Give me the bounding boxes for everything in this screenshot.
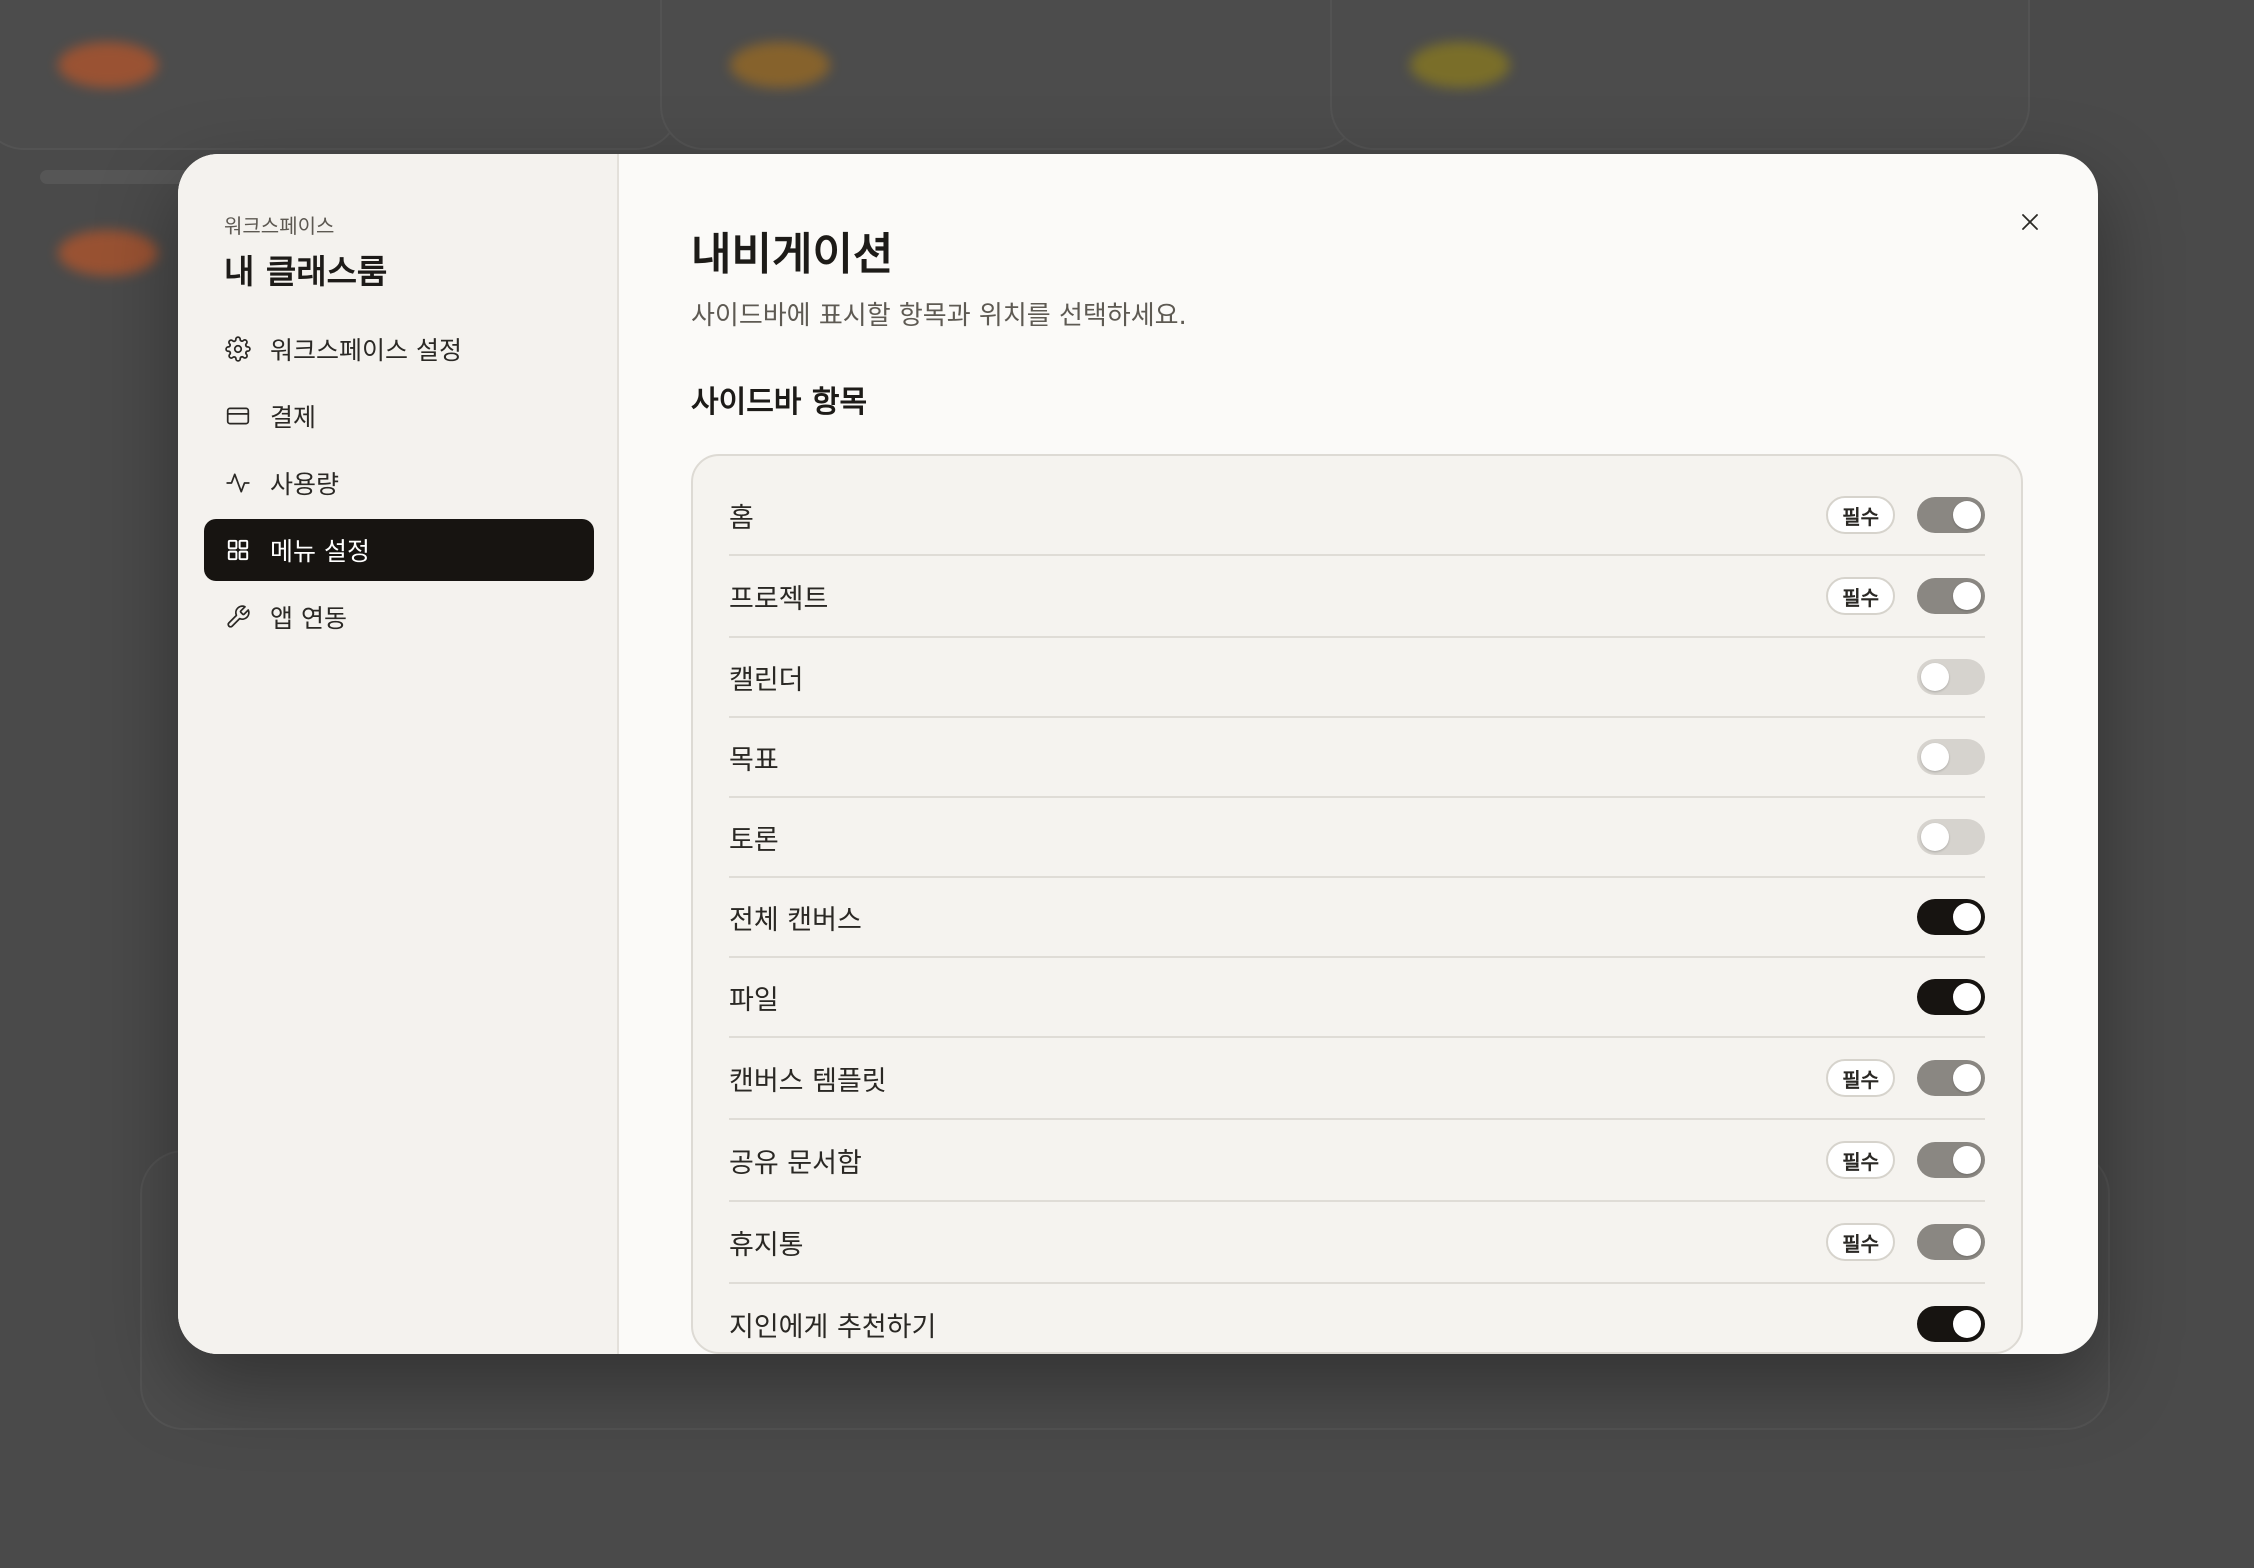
item-toggle[interactable] (1917, 659, 1985, 695)
item-toggle[interactable] (1917, 819, 1985, 855)
settings-sidebar: 워크스페이스 내 클래스룸 워크스페이스 설정 결제 사용량 메뉴 설정 앱 연… (178, 154, 619, 1354)
background-text (40, 170, 200, 184)
toggle-knob (1953, 1064, 1981, 1092)
nav-item-workspace-settings[interactable]: 워크스페이스 설정 (204, 318, 594, 380)
toggle-knob (1953, 903, 1981, 931)
required-badge: 필수 (1826, 577, 1895, 615)
item-toggle[interactable] (1917, 1060, 1985, 1096)
nav-item-label: 결제 (270, 403, 317, 432)
item-label: 전체 캔버스 (729, 904, 862, 936)
activity-icon (224, 469, 252, 497)
background-image (1410, 42, 1510, 88)
item-label: 목표 (729, 744, 779, 776)
nav-item-usage[interactable]: 사용량 (204, 452, 594, 514)
required-badge: 필수 (1826, 1059, 1895, 1097)
item-label: 홈 (729, 502, 754, 534)
settings-nav: 워크스페이스 설정 결제 사용량 메뉴 설정 앱 연동 (204, 318, 594, 648)
item-label: 파일 (729, 984, 779, 1016)
section-title: 사이드바 항목 (691, 385, 868, 420)
list-item: 캔버스 템플릿 필수 (729, 1038, 1985, 1120)
nav-item-menu-settings[interactable]: 메뉴 설정 (204, 519, 594, 581)
toggle-knob (1953, 1146, 1981, 1174)
item-label: 토론 (729, 824, 779, 856)
item-toggle[interactable] (1917, 1224, 1985, 1260)
gear-icon (224, 335, 252, 363)
toggle-knob (1953, 1228, 1981, 1256)
sidebar-items-list: 홈 필수 프로젝트 필수 캘린더 목표 토론 전체 캔버스 파일 캔버스 템플릿… (691, 454, 2023, 1354)
list-item: 토론 (729, 798, 1985, 878)
item-toggle[interactable] (1917, 979, 1985, 1015)
required-badge: 필수 (1826, 1223, 1895, 1261)
toggle-knob (1953, 501, 1981, 529)
background-image (58, 230, 158, 276)
item-label: 캘린더 (729, 664, 804, 696)
list-item: 전체 캔버스 (729, 878, 1985, 958)
item-toggle[interactable] (1917, 578, 1985, 614)
item-toggle[interactable] (1917, 1142, 1985, 1178)
wrench-icon (224, 603, 252, 631)
list-item: 휴지통 필수 (729, 1202, 1985, 1284)
item-label: 공유 문서함 (729, 1147, 862, 1179)
toggle-knob (1921, 823, 1949, 851)
item-label: 지인에게 추천하기 (729, 1311, 937, 1343)
toggle-knob (1921, 743, 1949, 771)
item-toggle[interactable] (1917, 1306, 1985, 1342)
nav-item-label: 앱 연동 (270, 604, 347, 633)
toggle-knob (1953, 582, 1981, 610)
background-image (730, 42, 830, 88)
required-badge: 필수 (1826, 1141, 1895, 1179)
list-item: 홈 필수 (729, 476, 1985, 556)
item-toggle[interactable] (1917, 497, 1985, 533)
list-item: 공유 문서함 필수 (729, 1120, 1985, 1202)
list-item: 지인에게 추천하기 (729, 1284, 1985, 1354)
grid-icon (224, 536, 252, 564)
close-icon (2022, 214, 2038, 230)
nav-item-label: 메뉴 설정 (270, 537, 370, 566)
nav-item-billing[interactable]: 결제 (204, 385, 594, 447)
list-item: 캘린더 (729, 638, 1985, 718)
nav-item-label: 사용량 (270, 470, 340, 499)
item-toggle[interactable] (1917, 899, 1985, 935)
list-item: 목표 (729, 718, 1985, 798)
nav-item-app-integrations[interactable]: 앱 연동 (204, 586, 594, 648)
workspace-name: 내 클래스룸 (224, 252, 388, 291)
nav-item-label: 워크스페이스 설정 (270, 336, 462, 365)
toggle-knob (1953, 1310, 1981, 1338)
item-toggle[interactable] (1917, 739, 1985, 775)
list-item: 파일 (729, 958, 1985, 1038)
toggle-knob (1921, 663, 1949, 691)
background-image (58, 42, 158, 88)
item-label: 캔버스 템플릿 (729, 1065, 887, 1097)
list-item: 프로젝트 필수 (729, 556, 1985, 638)
settings-content: 내비게이션 사이드바에 표시할 항목과 위치를 선택하세요. 사이드바 항목 홈… (619, 154, 2098, 1354)
credit-card-icon (224, 402, 252, 430)
item-label: 프로젝트 (729, 583, 829, 615)
workspace-label: 워크스페이스 (224, 214, 335, 238)
toggle-knob (1953, 983, 1981, 1011)
item-label: 휴지통 (729, 1229, 804, 1261)
required-badge: 필수 (1826, 496, 1895, 534)
page-title: 내비게이션 (691, 229, 894, 280)
page-description: 사이드바에 표시할 항목과 위치를 선택하세요. (691, 301, 1187, 331)
settings-modal: 워크스페이스 내 클래스룸 워크스페이스 설정 결제 사용량 메뉴 설정 앱 연… (178, 154, 2098, 1354)
close-button[interactable] (2012, 204, 2048, 240)
